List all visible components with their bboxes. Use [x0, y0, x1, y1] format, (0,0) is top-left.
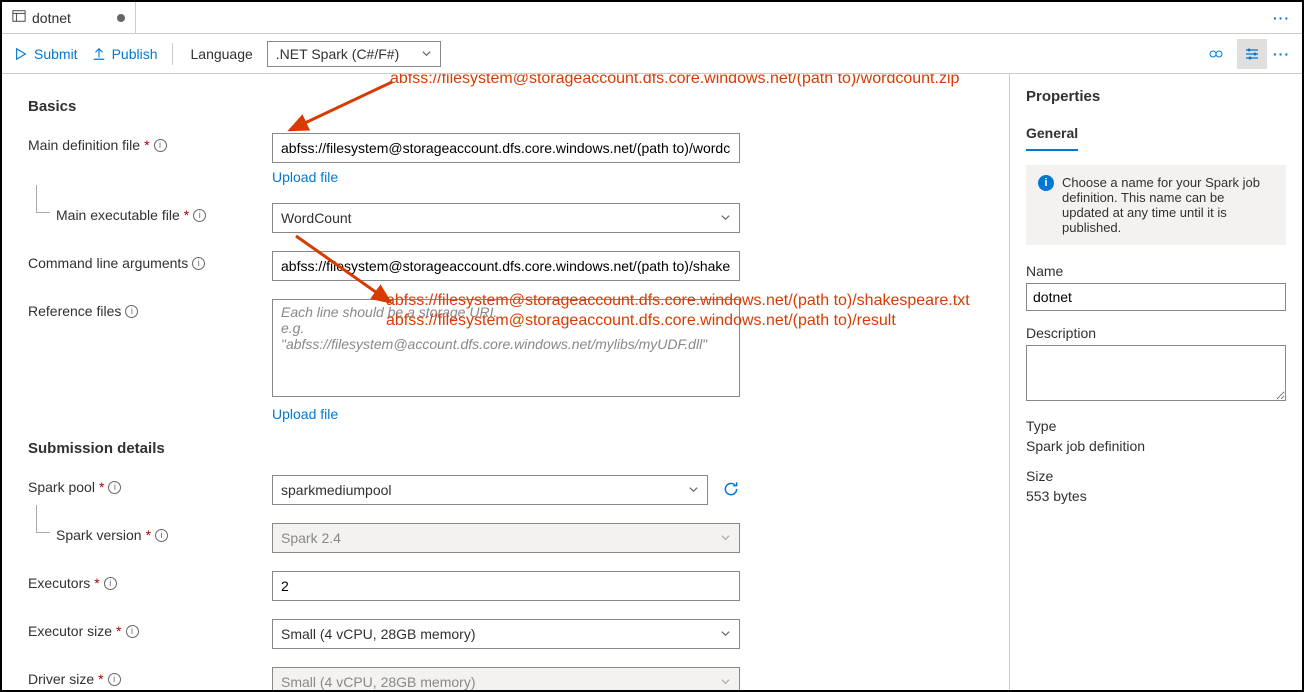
tab-bar: dotnet ··· [2, 2, 1302, 34]
properties-title: Properties [1026, 88, 1286, 105]
spark-pool-label: Spark pool*i [28, 475, 272, 495]
info-icon[interactable]: i [154, 139, 167, 152]
chevron-down-icon [720, 626, 731, 642]
document-tab[interactable]: dotnet [2, 2, 136, 33]
submit-button[interactable]: Submit [14, 46, 78, 62]
driver-size-label: Driver size*i [28, 667, 272, 687]
info-icon[interactable]: i [155, 529, 168, 542]
refresh-button[interactable] [722, 480, 740, 501]
info-icon[interactable]: i [125, 305, 138, 318]
info-icon[interactable]: i [192, 257, 205, 270]
info-icon[interactable]: i [193, 209, 206, 222]
chevron-down-icon [720, 210, 731, 226]
name-input[interactable] [1026, 283, 1286, 311]
chevron-down-icon [421, 46, 432, 62]
spark-job-icon [12, 9, 26, 26]
command-line-arguments-label: Command line argumentsi [28, 251, 272, 271]
info-icon[interactable]: i [108, 673, 121, 686]
view-icon-button[interactable] [1201, 39, 1231, 69]
upload-file-link-2[interactable]: Upload file [272, 406, 338, 422]
main-executable-file-select[interactable]: WordCount [272, 203, 740, 233]
upload-file-link[interactable]: Upload file [272, 169, 338, 185]
info-icon[interactable]: i [126, 625, 139, 638]
description-textarea[interactable] [1026, 345, 1286, 401]
description-label: Description [1026, 325, 1286, 341]
annotation-text: abfss://filesystem@storageaccount.dfs.co… [390, 74, 959, 88]
properties-panel: Properties General i Choose a name for y… [1010, 74, 1302, 690]
info-icon: i [1038, 175, 1054, 191]
command-line-arguments-input[interactable] [272, 251, 740, 281]
chevron-down-icon [720, 674, 731, 690]
publish-button[interactable]: Publish [92, 46, 158, 62]
reference-files-label: Reference filesi [28, 299, 272, 319]
main-definition-file-label: Main definition file*i [28, 133, 272, 153]
driver-size-select: Small (4 vCPU, 28GB memory) [272, 667, 740, 690]
form-area: Basics Main definition file*i Upload fil… [2, 74, 1010, 690]
spark-version-label: Spark version*i [28, 523, 272, 543]
main-executable-file-label: Main executable file*i [28, 203, 272, 223]
toolbar: Submit Publish Language .NET Spark (C#/F… [2, 34, 1302, 74]
type-label: Type [1026, 418, 1286, 434]
info-icon[interactable]: i [108, 481, 121, 494]
language-label: Language [191, 46, 253, 62]
executor-size-label: Executor size*i [28, 619, 272, 639]
executor-size-select[interactable]: Small (4 vCPU, 28GB memory) [272, 619, 740, 649]
info-icon[interactable]: i [104, 577, 117, 590]
submission-heading: Submission details [28, 440, 983, 457]
basics-heading: Basics [28, 98, 983, 115]
tab-general[interactable]: General [1026, 119, 1078, 151]
executors-label: Executors*i [28, 571, 272, 591]
spark-version-select: Spark 2.4 [272, 523, 740, 553]
tab-title: dotnet [32, 10, 71, 26]
spark-pool-select[interactable]: sparkmediumpool [272, 475, 708, 505]
name-label: Name [1026, 263, 1286, 279]
main-definition-file-input[interactable] [272, 133, 740, 163]
type-value: Spark job definition [1026, 438, 1286, 454]
size-label: Size [1026, 468, 1286, 484]
size-value: 553 bytes [1026, 488, 1286, 504]
reference-files-textarea[interactable] [272, 299, 740, 397]
language-select[interactable]: .NET Spark (C#/F#) [267, 41, 441, 67]
unsaved-indicator-icon [117, 14, 125, 22]
properties-toggle-button[interactable] [1237, 39, 1267, 69]
more-menu[interactable]: ··· [1273, 46, 1290, 62]
info-banner: i Choose a name for your Spark job defin… [1026, 165, 1286, 245]
executors-input[interactable] [272, 571, 740, 601]
chevron-down-icon [720, 530, 731, 546]
tab-overflow-menu[interactable]: ··· [1261, 10, 1302, 26]
chevron-down-icon [688, 482, 699, 498]
